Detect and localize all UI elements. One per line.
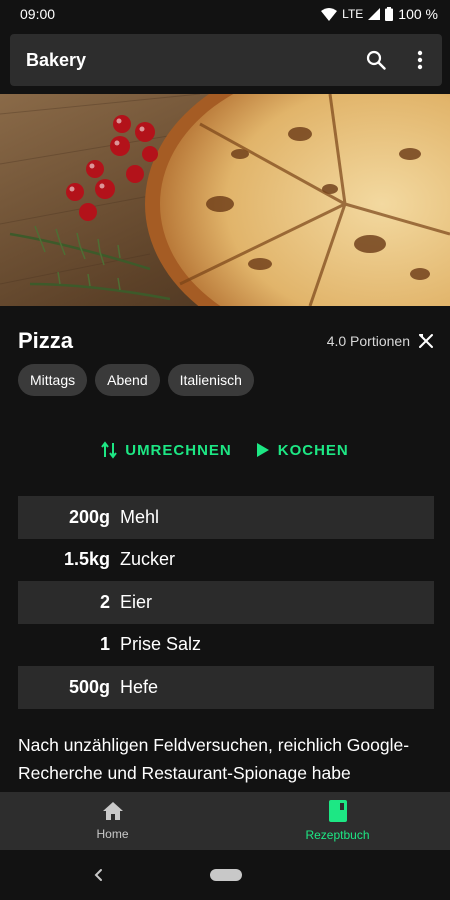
ingredient-amount: 2 xyxy=(99,591,110,612)
status-time: 09:00 xyxy=(20,6,56,22)
app-title: Bakery xyxy=(26,49,87,70)
app-bar: Bakery xyxy=(10,34,442,86)
status-bar: 09:00 LTE 100 % xyxy=(0,0,450,28)
ingredient-row: 200g Mehl xyxy=(18,496,434,539)
nav-label-recipe-book: Rezeptbuch xyxy=(305,828,370,842)
portions-label: 4.0 Portionen xyxy=(326,333,410,349)
ingredient-name: Mehl xyxy=(120,506,160,527)
app-bar-actions xyxy=(354,38,442,82)
play-icon xyxy=(256,443,269,457)
ingredient-name: Zucker xyxy=(120,549,176,570)
more-vert-icon xyxy=(417,50,423,70)
home-icon xyxy=(102,802,123,820)
cook-label: KOCHEN xyxy=(277,441,349,459)
convert-label: UMRECHNEN xyxy=(125,441,232,459)
portions-control[interactable]: 4.0 Portionen xyxy=(327,333,434,349)
battery-level: 100 % xyxy=(398,6,438,22)
ingredient-amount: 1 xyxy=(99,634,110,655)
ingredient-row: 2 Eier xyxy=(18,581,434,624)
ingredient-amount: 500g xyxy=(68,676,110,697)
ingredient-amount: 1.5kg xyxy=(63,549,110,570)
ingredient-name: Prise Salz xyxy=(120,634,202,655)
back-icon[interactable] xyxy=(90,864,106,886)
bottom-navigation: Home Rezeptbuch xyxy=(0,792,450,850)
recipe-title: Pizza xyxy=(18,328,74,353)
ingredient-name: Hefe xyxy=(120,676,159,697)
status-icons: LTE 100 % xyxy=(321,6,438,22)
recipe-header: Pizza 4.0 Portionen xyxy=(18,326,434,356)
ingredient-row: 500g Hefe xyxy=(18,666,434,709)
tag-chip[interactable]: Abend xyxy=(95,364,160,396)
ingredient-row: 1.5kg Zucker xyxy=(18,539,434,582)
ingredient-list: 200g Mehl 1.5kg Zucker 2 Eier 1 Prise Sa… xyxy=(18,496,434,709)
battery-icon xyxy=(385,7,394,21)
nav-label-home: Home xyxy=(96,827,129,841)
nav-item-home[interactable]: Home xyxy=(0,792,225,850)
system-navigation-bar xyxy=(0,850,450,900)
ingredient-row: 1 Prise Salz xyxy=(18,624,434,667)
network-type: LTE xyxy=(342,7,364,21)
search-button[interactable] xyxy=(354,38,398,82)
signal-icon xyxy=(368,8,381,20)
recipe-actions: UMRECHNEN KOCHEN xyxy=(0,436,450,464)
recipe-description: Nach unzähligen Feldversuchen, reichlich… xyxy=(18,735,410,783)
home-pill[interactable] xyxy=(210,869,242,881)
tag-chip[interactable]: Italienisch xyxy=(167,364,254,396)
wifi-icon xyxy=(321,7,338,21)
swap-vert-icon xyxy=(101,441,118,459)
nav-item-recipe-book[interactable]: Rezeptbuch xyxy=(225,792,450,850)
recipe-image xyxy=(0,94,450,306)
tag-chip[interactable]: Mittags xyxy=(18,364,88,396)
more-options-button[interactable] xyxy=(398,38,442,82)
ingredient-name: Eier xyxy=(120,591,153,612)
pizza-photo xyxy=(0,94,450,306)
convert-button[interactable]: UMRECHNEN xyxy=(101,436,232,464)
ingredient-amount: 200g xyxy=(68,506,110,527)
cook-button[interactable]: KOCHEN xyxy=(256,436,349,464)
search-icon xyxy=(366,50,386,70)
book-icon xyxy=(328,800,347,822)
tag-list: Mittags Abend Italienisch xyxy=(18,364,254,396)
cutlery-icon xyxy=(419,334,433,348)
